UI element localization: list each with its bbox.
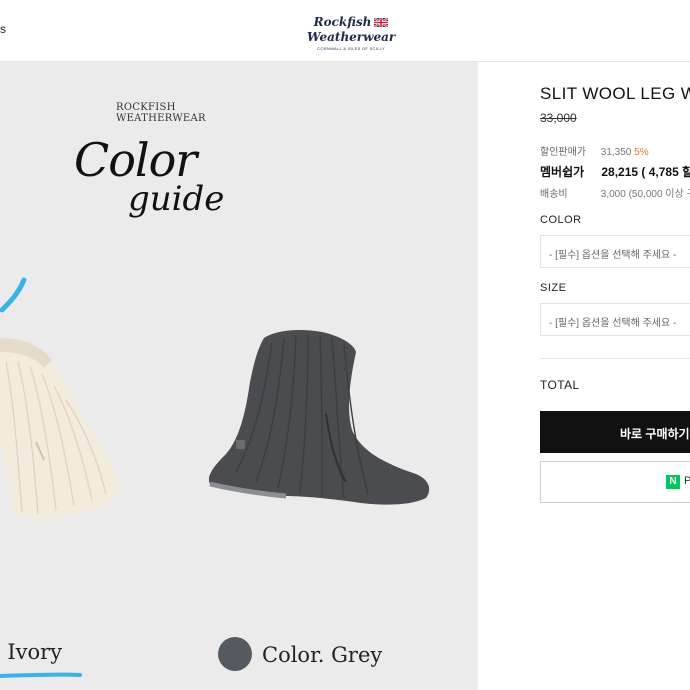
logo-wordmark-bottom: Weatherwear	[307, 30, 396, 44]
brand-wordmark: ROCKFISH WEATHERWEAR	[116, 102, 206, 124]
size-option-label: SIZE	[540, 282, 567, 294]
accent-stroke-top	[0, 277, 27, 313]
accent-underline	[0, 672, 82, 678]
product-info-panel: SLIT WOOL LEG W 33,000 할인판매가 31,350 5% 멤…	[477, 62, 690, 690]
grey-swatch	[218, 637, 252, 671]
divider	[540, 358, 690, 359]
logo-wordmark-top: Rockfish	[313, 15, 372, 29]
member-price-row: 멤버쉽가 28,215 ( 4,785 할인	[540, 165, 690, 179]
nav-item[interactable]: s	[0, 22, 6, 36]
logo-tagline: CORNWALL & ISLES OF SCILLY	[317, 46, 385, 51]
color-label-grey: Color. Grey	[262, 643, 383, 667]
sale-price-row: 할인판매가 31,350 5%	[540, 147, 649, 158]
page: s Rockfish Weatherwear CORNWALL & ISLES …	[0, 0, 690, 690]
naver-pay-button[interactable]: N P	[540, 461, 690, 503]
site-header: s Rockfish Weatherwear CORNWALL & ISLES …	[0, 0, 690, 62]
color-label-ivory: . Ivory	[0, 640, 63, 664]
color-guide-title: Color guide	[74, 133, 225, 219]
naver-pay-label: P	[684, 475, 690, 487]
size-select[interactable]: - [필수] 옵션을 선택해 주세요 -	[540, 303, 690, 336]
naver-pay-icon: N	[666, 475, 680, 489]
shipping-row: 배송비 3,000 (50,000 이상 구	[540, 189, 690, 200]
color-guide-illustration	[0, 277, 430, 678]
product-image: ROCKFISH WEATHERWEAR Color guide . Ivory…	[0, 62, 477, 690]
logo-tag	[236, 440, 245, 449]
grey-leg-warmer	[208, 330, 430, 505]
total-label: TOTAL	[540, 378, 580, 392]
original-price: 33,000	[540, 111, 577, 125]
color-option-label: COLOR	[540, 214, 582, 226]
color-select[interactable]: - [필수] 옵션을 선택해 주세요 -	[540, 235, 690, 268]
buy-now-button[interactable]: 바로 구매하기	[540, 411, 690, 453]
union-jack-icon	[374, 17, 389, 27]
product-title: SLIT WOOL LEG W	[540, 84, 690, 103]
ivory-leg-warmer	[0, 338, 119, 521]
site-logo[interactable]: Rockfish Weatherwear CORNWALL & ISLES OF…	[307, 13, 395, 51]
